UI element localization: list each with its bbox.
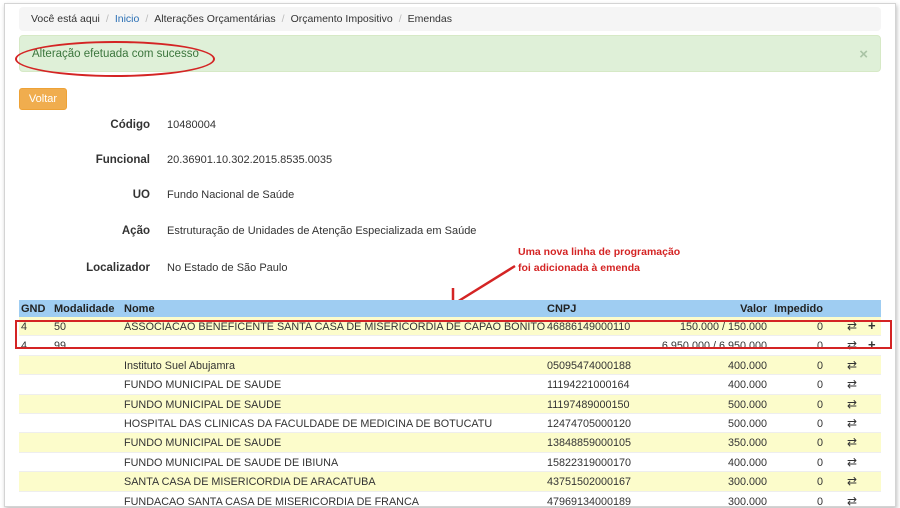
cell-nome: FUNDO MUNICIPAL DE SAUDE	[124, 379, 282, 392]
funcional-value: 20.36901.10.302.2015.8535.0035	[167, 154, 333, 166]
cell-nome: FUNDO MUNICIPAL DE SAUDE	[124, 398, 282, 411]
cell-cnpj: 11194221000164	[547, 379, 630, 392]
annotation-text: Uma nova linha de programação foi adicio…	[518, 244, 698, 276]
cell-valor: 500.000	[727, 398, 767, 411]
cell-cnpj: 12474705000120	[547, 417, 632, 430]
breadcrumb-item-inicio[interactable]: Inicio	[115, 13, 140, 25]
table-row: FUNDO MUNICIPAL DE SAUDE 11194221000164 40…	[19, 375, 881, 395]
localizador-value: No Estado de São Paulo	[167, 262, 288, 274]
codigo-label: Código	[110, 119, 150, 131]
breadcrumb-item-orcamento[interactable]: Orçamento Impositivo	[291, 13, 393, 25]
cell-cnpj: 43751502000167	[547, 476, 632, 489]
cell-nome: FUNDO MUNICIPAL DE SAUDE DE IBIUNA	[124, 456, 339, 469]
acao-label: Ação	[121, 225, 150, 237]
breadcrumb-item-emendas: Emendas	[407, 13, 452, 25]
cell-nome: FUNDO MUNICIPAL DE SAUDE	[124, 437, 282, 450]
table-row: FUNDO MUNICIPAL DE SAUDE 13848859000105 35…	[19, 433, 881, 453]
table-row: FUNDO MUNICIPAL DE SAUDE DE IBIUNA 158223…	[19, 453, 881, 473]
uo-value: Fundo Nacional de Saúde	[167, 189, 295, 201]
cell-valor: 400.000	[727, 456, 767, 469]
cell-nome: FUNDACAO SANTA CASA DE MISERICORDIA DE F…	[124, 495, 419, 507]
table-row: Instituto Suel Abujamra 05095474000188 400…	[19, 355, 881, 376]
cell-impedido: 0	[816, 456, 823, 469]
cell-valor: 400.000	[727, 359, 767, 372]
cell-impedido: 0	[816, 359, 823, 372]
cell-impedido: 0	[816, 476, 823, 489]
cell-nome: SANTA CASA DE MISERICORDIA DE ARACATUBA	[124, 476, 376, 489]
exchange-icon[interactable]: ⇄	[847, 377, 857, 391]
cell-valor: 350.000	[727, 437, 767, 450]
exchange-icon[interactable]: ⇄	[847, 435, 857, 449]
close-icon[interactable]: ×	[859, 46, 868, 63]
breadcrumb-item-alteracoes[interactable]: Alterações Orçamentárias	[154, 13, 275, 25]
cell-impedido: 0	[816, 417, 823, 430]
cell-cnpj: 47969134000189	[547, 495, 632, 507]
header-modalidade: Modalidade	[54, 303, 115, 315]
back-button[interactable]: Voltar	[19, 88, 67, 110]
cell-cnpj: 13848859000105	[547, 437, 632, 450]
cell-valor: 500.000	[727, 417, 767, 430]
cell-impedido: 0	[816, 495, 823, 507]
exchange-icon[interactable]: ⇄	[847, 397, 857, 411]
table-row: FUNDO MUNICIPAL DE SAUDE 11197489000150 50…	[19, 394, 881, 414]
cell-valor: 300.000	[727, 476, 767, 489]
table-row: SANTA CASA DE MISERICORDIA DE ARACATUBA 4…	[19, 472, 881, 492]
cell-nome: Instituto Suel Abujamra	[124, 359, 236, 372]
exchange-icon[interactable]: ⇄	[847, 455, 857, 469]
table-row: HOSPITAL DAS CLINICAS DA FACULDADE DE ME…	[19, 414, 881, 434]
exchange-icon[interactable]: ⇄	[847, 416, 857, 430]
annotation-line-1: Uma nova linha de programação	[518, 246, 681, 258]
exchange-icon[interactable]: ⇄	[847, 494, 857, 506]
localizador-label: Localizador	[86, 262, 150, 274]
cell-cnpj: 11197489000150	[547, 398, 630, 411]
cell-valor: 400.000	[727, 379, 767, 392]
annotation-line-2: foi adicionada à emenda	[518, 262, 640, 274]
funcional-label: Funcional	[95, 154, 150, 166]
header-nome: Nome	[124, 303, 155, 315]
cell-impedido: 0	[816, 437, 823, 450]
breadcrumb: Você está aqui / Inicio / Alterações Orç…	[19, 7, 881, 31]
annotation-highlight-box	[15, 320, 892, 349]
cell-cnpj: 15822319000170	[547, 456, 632, 469]
header-cnpj: CNPJ	[547, 303, 577, 315]
header-valor: Valor	[740, 303, 767, 315]
cell-cnpj: 05095474000188	[547, 359, 632, 372]
table-row: FUNDACAO SANTA CASA DE MISERICORDIA DE F…	[19, 492, 881, 507]
exchange-icon[interactable]: ⇄	[847, 474, 857, 488]
page-frame: Você está aqui / Inicio / Alterações Orç…	[4, 3, 896, 507]
cell-nome: HOSPITAL DAS CLINICAS DA FACULDADE DE ME…	[124, 417, 493, 430]
header-gnd: GND	[21, 303, 46, 315]
uo-label: UO	[132, 189, 150, 201]
cell-valor: 300.000	[727, 495, 767, 507]
acao-value: Estruturação de Unidades de Atenção Espe…	[167, 225, 477, 237]
exchange-icon[interactable]: ⇄	[847, 358, 857, 372]
header-impedido: Impedido	[774, 303, 823, 315]
annotation-ellipse	[15, 41, 215, 77]
codigo-value: 10480004	[167, 119, 216, 131]
breadcrumb-prefix: Você está aqui	[31, 13, 100, 25]
cell-impedido: 0	[816, 379, 823, 392]
table-header: GND Modalidade Nome CNPJ Valor Impedido	[19, 300, 881, 317]
cell-impedido: 0	[816, 398, 823, 411]
